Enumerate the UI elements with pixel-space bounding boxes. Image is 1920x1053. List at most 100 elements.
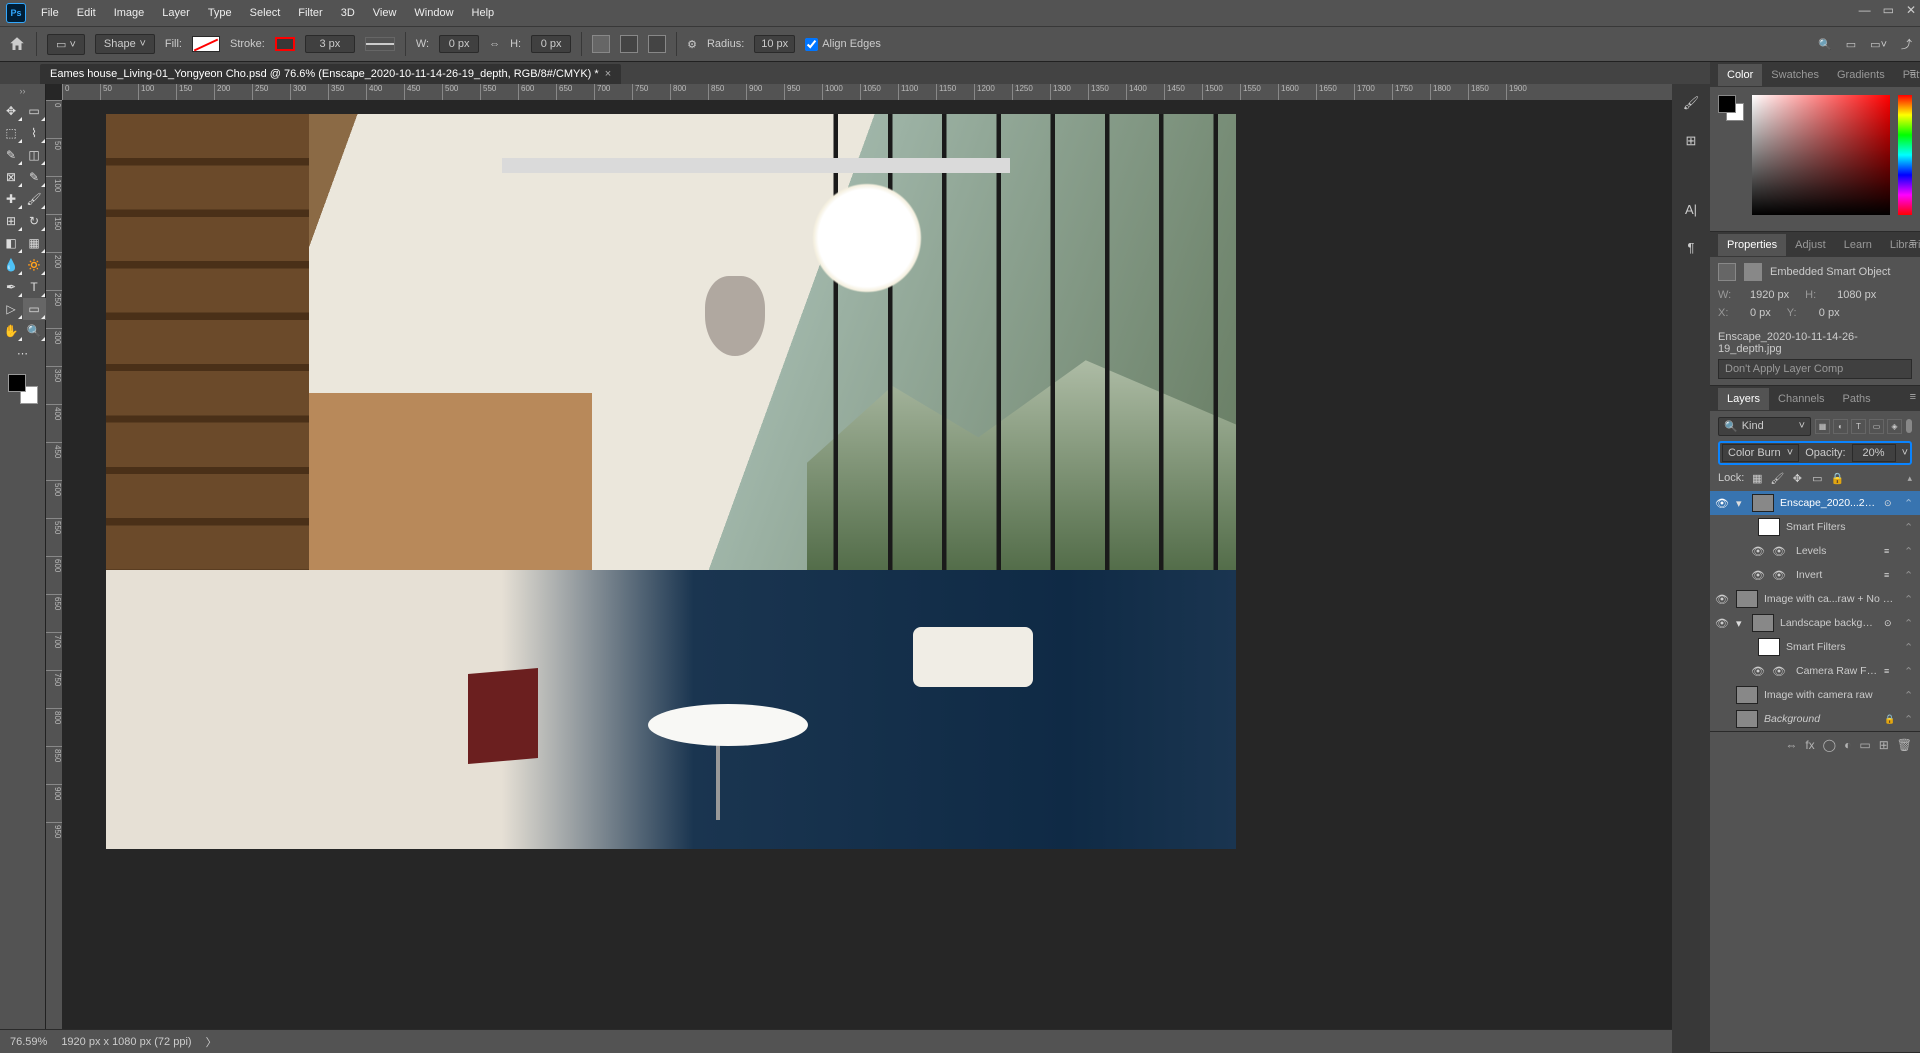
marquee-tool[interactable]: ⬚	[0, 122, 23, 144]
filter-pixel-icon[interactable]: ▦	[1815, 419, 1830, 434]
opacity-chevron-icon[interactable]: ˅	[1902, 447, 1908, 459]
filter-vis-icon[interactable]: 👁	[1772, 545, 1790, 558]
layer-row[interactable]: Image with camera raw⌃	[1710, 683, 1920, 707]
filter-shape-icon[interactable]: ▭	[1869, 419, 1884, 434]
lock-pixels-icon[interactable]: 🖌	[1770, 471, 1784, 485]
link-wh-icon[interactable]: ⇔	[489, 38, 500, 50]
layer-row[interactable]: 👁Image with ca...raw + No back⌃	[1710, 587, 1920, 611]
layer-thumbnail[interactable]	[1758, 518, 1780, 536]
tab-close-icon[interactable]: ×	[605, 68, 611, 80]
stroke-width-input[interactable]: 3 px	[305, 35, 355, 53]
tab-patterns[interactable]: Patterns	[1894, 64, 1920, 86]
filter-options-icon[interactable]: ≡	[1884, 546, 1898, 556]
layer-name[interactable]: Image with ca...raw + No back	[1764, 593, 1898, 605]
gear-icon[interactable]: ⚙	[687, 38, 697, 51]
fg-bg-colors[interactable]	[8, 374, 38, 404]
blur-tool[interactable]: 💧	[0, 254, 23, 276]
layer-chevron-icon[interactable]: ⌃	[1904, 521, 1916, 534]
workspace-icon[interactable]: ▭	[1846, 38, 1856, 51]
share-icon[interactable]: ⤴	[1901, 36, 1912, 52]
gradient-tool[interactable]: ▦	[23, 232, 46, 254]
expand-caret-icon[interactable]: ▾	[1736, 497, 1746, 510]
history-brush-tool[interactable]: ↻	[23, 210, 46, 232]
layer-fx-icon[interactable]: fx	[1805, 738, 1814, 752]
layer-name[interactable]: Smart Filters	[1786, 521, 1898, 533]
layer-thumbnail[interactable]	[1758, 638, 1780, 656]
filter-adj-icon[interactable]: ◐	[1833, 419, 1848, 434]
panel-menu-icon[interactable]: ≡	[1910, 391, 1916, 403]
home-icon[interactable]	[8, 35, 26, 53]
tab-learn[interactable]: Learn	[1835, 234, 1881, 256]
visibility-icon[interactable]: 👁	[1750, 545, 1766, 558]
filter-smart-icon[interactable]: ◈	[1887, 419, 1902, 434]
stroke-swatch[interactable]	[275, 37, 295, 51]
pen-tool[interactable]: ✒	[0, 276, 23, 298]
frame-tool[interactable]: ⊠	[0, 166, 23, 188]
layer-row[interactable]: 👁▾Landscape backgound_01⊙⌃	[1710, 611, 1920, 635]
close-icon[interactable]: ✕	[1906, 3, 1916, 17]
fill-slider-handle[interactable]: ▴	[1907, 473, 1912, 484]
layer-thumbnail[interactable]	[1736, 710, 1758, 728]
layer-name[interactable]: Levels	[1796, 545, 1878, 557]
layer-name[interactable]: Image with camera raw	[1764, 689, 1898, 701]
tab-paths[interactable]: Paths	[1834, 388, 1880, 410]
layer-chevron-icon[interactable]: ⌃	[1904, 665, 1916, 678]
stroke-style-dropdown[interactable]	[365, 37, 395, 51]
doc-dimensions[interactable]: 1920 px x 1080 px (72 ppi)	[61, 1036, 191, 1048]
panel-menu-icon[interactable]: ≡	[1910, 237, 1916, 249]
path-select-tool[interactable]: ▷	[0, 298, 23, 320]
tab-adjust[interactable]: Adjust	[1786, 234, 1835, 256]
filter-vis-icon[interactable]: 👁	[1772, 569, 1790, 582]
menu-file[interactable]: File	[32, 2, 68, 24]
filter-options-icon[interactable]: ≡	[1884, 666, 1898, 676]
new-layer-icon[interactable]: ⊞	[1879, 738, 1889, 752]
toolbox-expander[interactable]: ››	[16, 86, 30, 98]
lasso-tool[interactable]: ⌇	[23, 122, 46, 144]
brush-tool[interactable]: 🖌	[23, 188, 46, 210]
eyedropper-tool[interactable]: ✎	[23, 166, 46, 188]
layer-chevron-icon[interactable]: ⌃	[1904, 497, 1916, 510]
prop-h-value[interactable]: 1080 px	[1837, 289, 1876, 301]
menu-window[interactable]: Window	[405, 2, 462, 24]
character-panel-icon[interactable]: A|	[1680, 198, 1702, 220]
tab-color[interactable]: Color	[1718, 64, 1762, 86]
crop-tool[interactable]: ◫	[23, 144, 46, 166]
tab-layers[interactable]: Layers	[1718, 388, 1769, 410]
color-field[interactable]	[1752, 95, 1890, 215]
align-edges-checkbox[interactable]: Align Edges	[805, 38, 881, 51]
menu-view[interactable]: View	[364, 2, 406, 24]
height-input[interactable]: 0 px	[531, 35, 571, 53]
type-tool[interactable]: T	[23, 276, 46, 298]
search-icon[interactable]: 🔍	[1818, 38, 1832, 51]
delete-layer-icon[interactable]: 🗑	[1897, 738, 1912, 752]
layer-mask-icon[interactable]: ◯	[1823, 738, 1836, 752]
fill-swatch[interactable]	[192, 36, 220, 52]
clone-panel-icon[interactable]: ⊞	[1680, 130, 1702, 152]
visibility-icon[interactable]: 👁	[1714, 497, 1730, 510]
clone-tool[interactable]: ⊞	[0, 210, 23, 232]
zoom-tool[interactable]: 🔍	[23, 320, 46, 342]
layer-row[interactable]: Smart Filters ⌃	[1710, 515, 1920, 539]
layer-chevron-icon[interactable]: ⌃	[1904, 641, 1916, 654]
visibility-icon[interactable]: 👁	[1750, 665, 1766, 678]
layer-name[interactable]: Landscape backgound_01	[1780, 617, 1878, 629]
layer-chevron-icon[interactable]: ⌃	[1904, 545, 1916, 558]
tab-properties[interactable]: Properties	[1718, 234, 1786, 256]
eraser-tool[interactable]: ◧	[0, 232, 23, 254]
width-input[interactable]: 0 px	[439, 35, 479, 53]
panel-menu-icon[interactable]: ≡	[1910, 67, 1916, 79]
tab-swatches[interactable]: Swatches	[1762, 64, 1828, 86]
brush-panel-icon[interactable]: 🖌	[1680, 92, 1702, 114]
layer-row[interactable]: Smart Filters⌃	[1710, 635, 1920, 659]
paragraph-panel-icon[interactable]: ¶	[1680, 236, 1702, 258]
maximize-icon[interactable]: ▭	[1883, 3, 1894, 17]
layer-row[interactable]: 👁👁Camera Raw Filter≡⌃	[1710, 659, 1920, 683]
quick-select-tool[interactable]: ✎	[0, 144, 23, 166]
filter-type-icon[interactable]: T	[1851, 419, 1866, 434]
filter-options-icon[interactable]: ≡	[1884, 570, 1898, 580]
document-tab[interactable]: Eames house_Living-01_Yongyeon Cho.psd @…	[40, 64, 621, 84]
adjustment-layer-icon[interactable]: ◐	[1844, 738, 1851, 752]
menu-image[interactable]: Image	[105, 2, 154, 24]
dodge-tool[interactable]: 🔅	[23, 254, 46, 276]
ruler-horizontal[interactable]: 0501001502002503003504004505005506006507…	[62, 84, 1672, 100]
